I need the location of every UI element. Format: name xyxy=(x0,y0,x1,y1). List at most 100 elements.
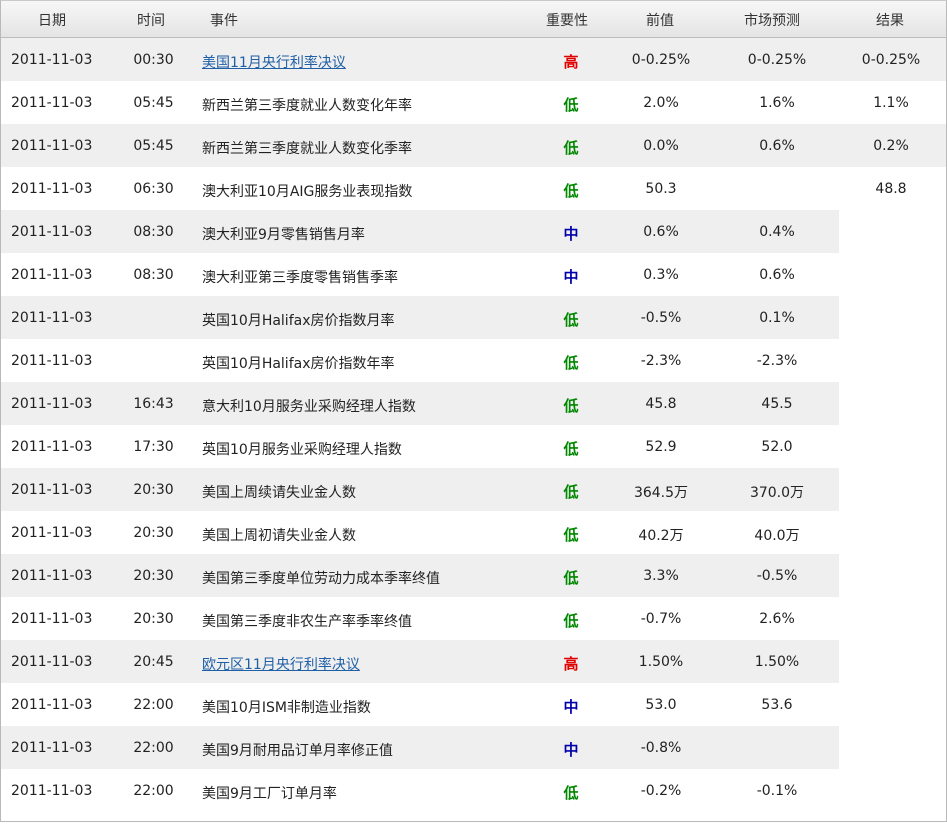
date-cell: 2011-11-03 xyxy=(11,482,93,498)
header-event[interactable]: 事件 xyxy=(210,10,238,30)
header-date[interactable]: 日期 xyxy=(38,10,66,30)
date-cell: 2011-11-03 xyxy=(11,267,93,283)
table-row: 2011-11-03 22:00 美国9月工厂订单月率 低 -0.2% -0.1% xyxy=(1,769,946,812)
previous-value: 0.0% xyxy=(643,138,679,154)
date-cell: 2011-11-03 xyxy=(11,52,93,68)
date-cell: 2011-11-03 xyxy=(11,525,93,541)
table-header: 日期 时间 事件 重要性 前值 市场预测 结果 xyxy=(1,1,946,38)
forecast-value: -0.5% xyxy=(756,568,798,584)
forecast-value: 0.4% xyxy=(759,224,795,240)
forecast-value: 53.6 xyxy=(761,697,793,713)
event-link[interactable]: 美国11月央行利率决议 xyxy=(202,52,346,72)
previous-value: -0.2% xyxy=(640,783,682,799)
calendar-table: 日期 时间 事件 重要性 前值 市场预测 结果 2011-11-03 00:30 美… xyxy=(0,0,947,822)
date-cell: 2011-11-03 xyxy=(11,654,93,670)
event-cell: 美国10月ISM非制造业指数 xyxy=(202,700,371,716)
time-cell: 08:30 xyxy=(133,267,174,283)
importance-badge: 低 xyxy=(563,526,579,544)
event-cell: 美国9月工厂订单月率 xyxy=(202,786,337,802)
table-row: 2011-11-03 20:45 欧元区11月央行利率决议 高 1.50% 1.50% xyxy=(1,640,946,683)
date-cell: 2011-11-03 xyxy=(11,740,93,756)
time-cell: 06:30 xyxy=(133,181,174,197)
date-cell: 2011-11-03 xyxy=(11,611,93,627)
previous-value: 364.5万 xyxy=(633,485,689,501)
previous-value: 2.0% xyxy=(643,95,679,111)
previous-value: -2.3% xyxy=(640,353,682,369)
forecast-value: 1.6% xyxy=(759,95,795,111)
date-cell: 2011-11-03 xyxy=(11,310,93,326)
forecast-value: 40.0万 xyxy=(754,528,800,544)
event-cell: 美国9月耐用品订单月率修正值 xyxy=(202,743,393,759)
previous-value: 45.8 xyxy=(645,396,677,412)
result-value: 0-0.25% xyxy=(861,52,921,68)
date-cell: 2011-11-03 xyxy=(11,439,93,455)
previous-value: 3.3% xyxy=(643,568,679,584)
time-cell: 20:45 xyxy=(133,654,174,670)
event-cell: 英国10月Halifax房价指数月率 xyxy=(202,313,395,329)
importance-badge: 低 xyxy=(563,311,579,329)
importance-badge: 中 xyxy=(563,225,579,243)
importance-badge: 低 xyxy=(563,182,579,200)
event-cell: 美国第三季度非农生产率季率终值 xyxy=(202,614,412,630)
table-row: 2011-11-03 08:30 澳大利亚9月零售销售月率 中 0.6% 0.4% xyxy=(1,210,946,253)
importance-badge: 低 xyxy=(563,483,579,501)
date-cell: 2011-11-03 xyxy=(11,95,93,111)
table-row: 2011-11-03 05:45 新西兰第三季度就业人数变化季率 低 0.0% 0.6% 0… xyxy=(1,124,946,167)
forecast-value: 0.6% xyxy=(759,267,795,283)
forecast-value: -2.3% xyxy=(756,353,798,369)
time-cell: 05:45 xyxy=(133,95,174,111)
table-row: 2011-11-03 20:30 美国上周初请失业金人数 低 40.2万 40.0万 xyxy=(1,511,946,554)
result-value: 1.1% xyxy=(873,95,909,111)
table-row: 2011-11-03 英国10月Halifax房价指数月率 低 -0.5% 0.1% xyxy=(1,296,946,339)
previous-value: 53.0 xyxy=(645,697,677,713)
importance-badge: 低 xyxy=(563,139,579,157)
table-row: 2011-11-03 20:30 美国第三季度非农生产率季率终值 低 -0.7% 2.6% xyxy=(1,597,946,640)
event-cell: 澳大利亚第三季度零售销售季率 xyxy=(202,270,398,286)
previous-value: 40.2万 xyxy=(638,528,684,544)
table-row: 2011-11-03 17:30 英国10月服务业采购经理人指数 低 52.9 52.0 xyxy=(1,425,946,468)
header-result[interactable]: 结果 xyxy=(876,10,904,30)
table-row: 2011-11-03 08:30 澳大利亚第三季度零售销售季率 中 0.3% 0.6% xyxy=(1,253,946,296)
event-link[interactable]: 欧元区11月央行利率决议 xyxy=(202,654,360,674)
forecast-value: 2.6% xyxy=(759,611,795,627)
header-forecast[interactable]: 市场预测 xyxy=(744,10,800,30)
event-cell: 美国第三季度单位劳动力成本季率终值 xyxy=(202,571,440,587)
previous-value: 0.3% xyxy=(643,267,679,283)
header-time[interactable]: 时间 xyxy=(137,10,165,30)
header-previous[interactable]: 前值 xyxy=(646,10,674,30)
date-cell: 2011-11-03 xyxy=(11,697,93,713)
event-cell: 英国10月Halifax房价指数年率 xyxy=(202,356,395,372)
importance-badge: 低 xyxy=(563,354,579,372)
event-cell: 澳大利亚9月零售销售月率 xyxy=(202,227,365,243)
previous-value: 1.50% xyxy=(638,654,684,670)
importance-badge: 低 xyxy=(563,784,579,802)
event-cell: 美国上周续请失业金人数 xyxy=(202,485,356,501)
importance-badge: 低 xyxy=(563,397,579,415)
forecast-value: 370.0万 xyxy=(749,485,805,501)
time-cell: 20:30 xyxy=(133,568,174,584)
forecast-value: 1.50% xyxy=(754,654,800,670)
time-cell: 20:30 xyxy=(133,611,174,627)
time-cell: 22:00 xyxy=(133,697,174,713)
date-cell: 2011-11-03 xyxy=(11,138,93,154)
event-cell: 新西兰第三季度就业人数变化年率 xyxy=(202,98,412,114)
importance-badge: 高 xyxy=(563,53,579,71)
forecast-value: 45.5 xyxy=(761,396,793,412)
date-cell: 2011-11-03 xyxy=(11,353,93,369)
event-cell: 新西兰第三季度就业人数变化季率 xyxy=(202,141,412,157)
forecast-value: 0-0.25% xyxy=(747,52,807,68)
result-value: 48.8 xyxy=(875,181,907,197)
table-row: 2011-11-03 16:43 意大利10月服务业采购经理人指数 低 45.8 45.5 xyxy=(1,382,946,425)
header-importance[interactable]: 重要性 xyxy=(546,10,588,30)
time-cell: 00:30 xyxy=(133,52,174,68)
time-cell: 22:00 xyxy=(133,740,174,756)
time-cell: 16:43 xyxy=(133,396,174,412)
date-cell: 2011-11-03 xyxy=(11,783,93,799)
event-cell: 美国上周初请失业金人数 xyxy=(202,528,356,544)
table-row: 2011-11-03 05:45 新西兰第三季度就业人数变化年率 低 2.0% 1.6% 1… xyxy=(1,81,946,124)
importance-badge: 中 xyxy=(563,268,579,286)
time-cell: 22:00 xyxy=(133,783,174,799)
forecast-value: 52.0 xyxy=(761,439,793,455)
previous-value: -0.5% xyxy=(640,310,682,326)
importance-badge: 低 xyxy=(563,569,579,587)
